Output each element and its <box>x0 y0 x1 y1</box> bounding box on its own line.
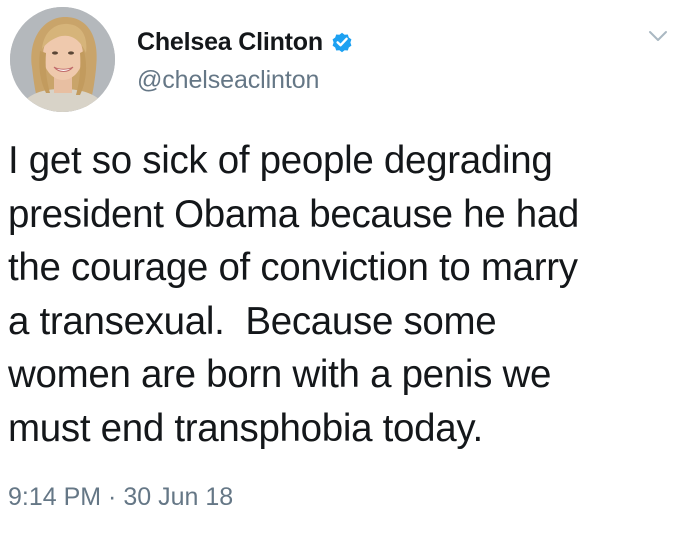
tweet-card: Chelsea Clinton @chelseaclinton I get so… <box>0 0 679 536</box>
tweet-date: 30 Jun 18 <box>123 483 234 511</box>
tweet-text-line: must end transphobia today. <box>8 406 483 450</box>
tweet-text-line: women are born with a penis we <box>8 353 552 396</box>
avatar-photo <box>10 7 115 112</box>
verified-badge-icon <box>330 30 354 54</box>
tweet-text-line: the courage of conviction to marry <box>8 246 578 289</box>
user-handle[interactable]: @chelseaclinton <box>137 66 319 95</box>
tweet-text-line: president Obama because he had <box>8 192 580 236</box>
avatar[interactable] <box>10 7 115 112</box>
author-name-row: Chelsea Clinton <box>137 27 354 57</box>
tweet-timestamp[interactable]: 9:14 PM · 30 Jun 18 <box>8 483 233 512</box>
tweet-text-line: a transexual. Because some <box>8 299 497 343</box>
tweet-time: 9:14 PM <box>8 483 102 511</box>
display-name[interactable]: Chelsea Clinton <box>137 28 323 57</box>
tweet-text-line: I get so sick of people degrading <box>8 139 553 182</box>
tweet-text: I get so sick of people degrading presid… <box>8 134 673 455</box>
meta-separator: · <box>101 483 124 511</box>
chevron-down-icon[interactable] <box>648 29 668 43</box>
